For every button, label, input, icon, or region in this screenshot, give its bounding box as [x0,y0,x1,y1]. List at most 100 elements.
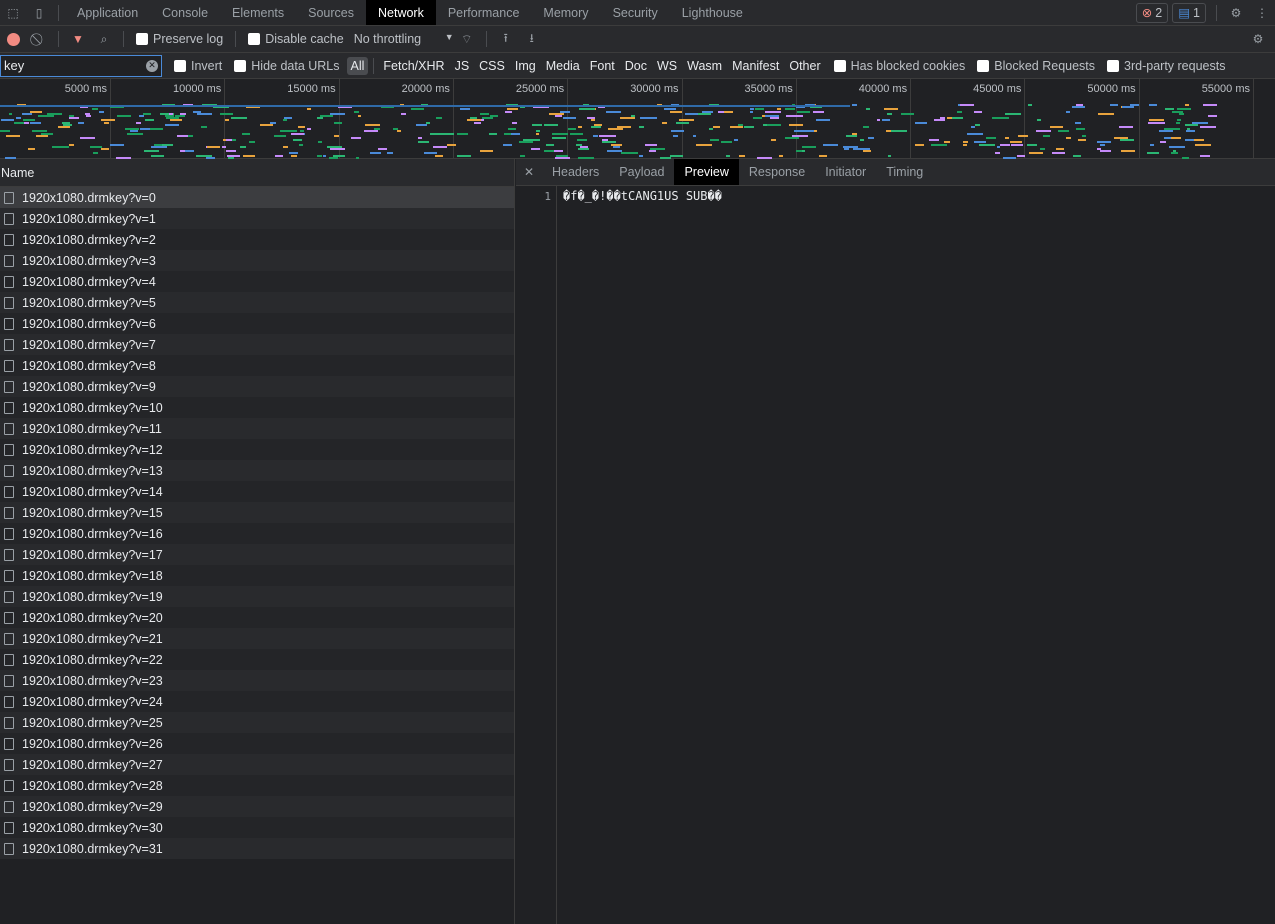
filter-type-wasm[interactable]: Wasm [683,57,726,75]
request-row[interactable]: 1920x1080.drmkey?v=24 [0,691,514,712]
request-mark [1176,121,1181,124]
detail-tab-response[interactable]: Response [739,159,815,185]
tab-network[interactable]: Network [366,0,436,25]
inspect-element-icon[interactable]: ⬚ [0,1,26,25]
request-row[interactable]: 1920x1080.drmkey?v=30 [0,817,514,838]
tab-application[interactable]: Application [65,0,150,25]
close-detail-icon[interactable]: ✕ [516,160,542,184]
request-row[interactable]: 1920x1080.drmkey?v=13 [0,460,514,481]
request-row[interactable]: 1920x1080.drmkey?v=28 [0,775,514,796]
filter-type-css[interactable]: CSS [475,57,509,75]
request-row[interactable]: 1920x1080.drmkey?v=6 [0,313,514,334]
request-row[interactable]: 1920x1080.drmkey?v=25 [0,712,514,733]
detail-tab-initiator[interactable]: Initiator [815,159,876,185]
filter-input[interactable]: key ✕ [0,54,162,77]
filter-type-ws[interactable]: WS [653,57,681,75]
request-row[interactable]: 1920x1080.drmkey?v=8 [0,355,514,376]
request-row[interactable]: 1920x1080.drmkey?v=5 [0,292,514,313]
request-mark [47,112,62,115]
request-row[interactable]: 1920x1080.drmkey?v=26 [0,733,514,754]
request-row[interactable]: 1920x1080.drmkey?v=3 [0,250,514,271]
request-row[interactable]: 1920x1080.drmkey?v=12 [0,439,514,460]
filter-type-other[interactable]: Other [785,57,824,75]
tab-memory[interactable]: Memory [531,0,600,25]
request-mark [1208,115,1217,117]
request-row[interactable]: 1920x1080.drmkey?v=0 [0,187,514,208]
filter-type-manifest[interactable]: Manifest [728,57,783,75]
request-mark [819,154,828,157]
tab-sources[interactable]: Sources [296,0,366,25]
network-conditions-icon[interactable]: ⌔ [454,27,480,51]
errors-badge[interactable]: ⊗ 2 [1135,2,1169,23]
request-mark [552,132,568,135]
record-button[interactable] [0,27,26,51]
filter-type-font[interactable]: Font [586,57,619,75]
request-row[interactable]: 1920x1080.drmkey?v=29 [0,796,514,817]
request-row[interactable]: 1920x1080.drmkey?v=14 [0,481,514,502]
request-row[interactable]: 1920x1080.drmkey?v=4 [0,271,514,292]
request-mark [291,132,304,135]
network-overview-timeline[interactable]: 5000 ms 10000 ms 15000 ms 20000 ms 25000 ms 3… [0,79,1275,159]
search-icon[interactable]: ⌕ [91,27,117,51]
request-row[interactable]: 1920x1080.drmkey?v=11 [0,418,514,439]
filter-type-media[interactable]: Media [542,57,584,75]
request-row[interactable]: 1920x1080.drmkey?v=10 [0,397,514,418]
detail-tab-timing[interactable]: Timing [876,159,933,185]
request-name: 1920x1080.drmkey?v=4 [22,274,156,289]
third-party-requests-checkbox[interactable]: 3rd-party requests [1107,59,1225,73]
request-row[interactable]: 1920x1080.drmkey?v=7 [0,334,514,355]
more-options-icon[interactable]: ⋮ [1249,1,1275,25]
request-row[interactable]: 1920x1080.drmkey?v=19 [0,586,514,607]
filter-type-fetch-xhr[interactable]: Fetch/XHR [379,57,448,75]
throttling-select[interactable]: No throttling ▼ [354,32,454,46]
detail-tab-payload[interactable]: Payload [609,159,674,185]
request-row[interactable]: 1920x1080.drmkey?v=20 [0,607,514,628]
disable-cache-checkbox[interactable]: Disable cache [248,32,344,46]
request-row[interactable]: 1920x1080.drmkey?v=16 [0,523,514,544]
request-mark [616,126,632,128]
clear-filter-icon[interactable]: ✕ [146,59,158,72]
tab-lighthouse[interactable]: Lighthouse [670,0,755,25]
request-row[interactable]: 1920x1080.drmkey?v=31 [0,838,514,859]
request-row[interactable]: 1920x1080.drmkey?v=15 [0,502,514,523]
request-row[interactable]: 1920x1080.drmkey?v=27 [0,754,514,775]
filter-type-img[interactable]: Img [511,57,540,75]
request-row[interactable]: 1920x1080.drmkey?v=9 [0,376,514,397]
has-blocked-cookies-checkbox[interactable]: Has blocked cookies [833,59,965,73]
request-row[interactable]: 1920x1080.drmkey?v=22 [0,649,514,670]
tab-security[interactable]: Security [601,0,670,25]
request-row[interactable]: 1920x1080.drmkey?v=17 [0,544,514,565]
request-row[interactable]: 1920x1080.drmkey?v=2 [0,229,514,250]
filter-type-doc[interactable]: Doc [621,57,651,75]
request-mark [225,119,229,122]
request-mark [1186,130,1195,133]
filter-type-js[interactable]: JS [451,57,474,75]
import-har-icon[interactable]: ⭱ [493,27,519,51]
name-column-header[interactable]: Name [0,159,514,187]
network-toolbar: ⃠ ▼ ⌕ Preserve log Disable cache No thro… [0,26,1275,53]
blocked-requests-checkbox[interactable]: Blocked Requests [977,59,1095,73]
tab-elements[interactable]: Elements [220,0,296,25]
request-mark [429,132,441,135]
filter-type-all[interactable]: All [346,56,369,75]
messages-badge[interactable]: ▤ 1 [1172,2,1206,23]
request-row[interactable]: 1920x1080.drmkey?v=23 [0,670,514,691]
export-har-icon[interactable]: ⭳ [519,27,545,51]
clear-icon[interactable]: ⃠ [26,27,52,51]
detail-tab-headers[interactable]: Headers [542,159,609,185]
request-row[interactable]: 1920x1080.drmkey?v=1 [0,208,514,229]
file-icon [4,632,14,645]
preserve-log-checkbox[interactable]: Preserve log [136,32,223,46]
settings-gear-icon[interactable]: ⚙ [1223,1,1249,25]
filter-icon[interactable]: ▼ [65,27,91,51]
request-row[interactable]: 1920x1080.drmkey?v=21 [0,628,514,649]
hide-data-urls-checkbox[interactable]: Hide data URLs [234,59,340,73]
tab-console[interactable]: Console [150,0,220,25]
request-row[interactable]: 1920x1080.drmkey?v=18 [0,565,514,586]
tab-performance[interactable]: Performance [436,0,532,25]
device-toolbar-icon[interactable]: ▯ [26,1,52,25]
network-settings-gear-icon[interactable]: ⚙ [1245,27,1271,51]
detail-tab-preview[interactable]: Preview [674,159,739,185]
request-mark [947,117,952,120]
invert-checkbox[interactable]: Invert [174,59,222,73]
